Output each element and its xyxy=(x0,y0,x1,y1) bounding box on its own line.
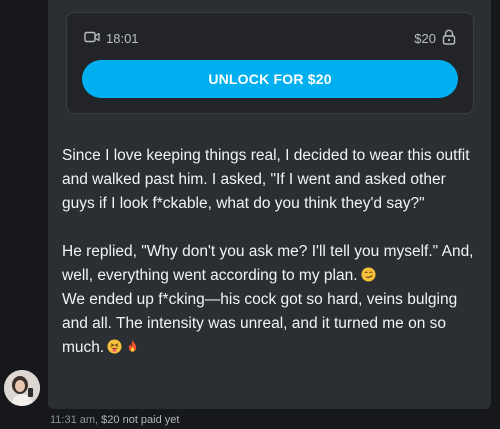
price-text: $20 xyxy=(414,30,436,46)
left-rail xyxy=(0,0,48,429)
message-bubble: 18:01 $20 UNLOCK FOR $20 Since I love ke xyxy=(48,0,491,409)
message-paragraph: Since I love keeping things real, I deci… xyxy=(62,147,470,212)
duration-text: 18:01 xyxy=(106,30,139,46)
message-text: Since I love keeping things real, I deci… xyxy=(62,144,482,360)
video-icon xyxy=(84,31,100,46)
lock-icon xyxy=(442,29,456,48)
fire-emoji-icon xyxy=(125,338,140,353)
message-paragraph: He replied, "Why don't you ask me? I'll … xyxy=(62,243,474,284)
payment-status: $20 not paid yet xyxy=(101,414,180,426)
video-duration: 18:01 xyxy=(84,31,139,46)
tongue-wink-emoji-icon xyxy=(107,338,122,354)
smirk-emoji-icon xyxy=(360,266,376,282)
message-paragraph: We ended up f*cking—his cock got so hard… xyxy=(62,291,458,356)
unlock-button[interactable]: UNLOCK FOR $20 xyxy=(82,60,458,98)
price-tag: $20 xyxy=(414,29,456,48)
avatar[interactable] xyxy=(4,370,40,406)
message-time: 11:31 am, xyxy=(50,414,99,426)
message-meta: 11:31 am, $20 not paid yet xyxy=(50,414,179,426)
locked-media-info: 18:01 $20 xyxy=(84,29,456,47)
chat-view: 18:01 $20 UNLOCK FOR $20 Since I love ke xyxy=(0,0,500,429)
locked-media-card[interactable]: 18:01 $20 UNLOCK FOR $20 xyxy=(66,12,474,114)
